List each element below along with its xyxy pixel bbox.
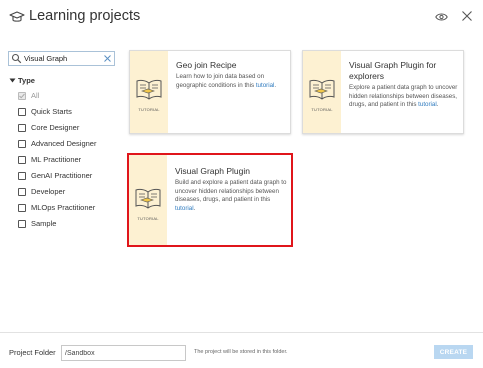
project-card-visual-graph-plugin[interactable]: TUTORIAL Visual Graph Plugin Build and e…: [127, 153, 293, 247]
project-folder-hint: The project will be stored in this folde…: [194, 349, 288, 355]
filter-label: All: [31, 91, 40, 100]
checkbox[interactable]: [18, 91, 26, 100]
card-thumbnail: TUTORIAL: [129, 155, 167, 245]
card-thumbnail: TUTORIAL: [130, 51, 168, 133]
filter-label: Developer: [31, 187, 66, 196]
filter-label: Core Designer: [31, 123, 80, 132]
card-title: Visual Graph Plugin: [175, 166, 250, 176]
card-description: Explore a patient data graph to uncover …: [349, 84, 461, 110]
checkmark-icon: [19, 93, 25, 98]
tutorial-book-icon: [309, 79, 335, 100]
filter-quick-starts[interactable]: Quick Starts: [18, 107, 72, 116]
checkbox[interactable]: [18, 203, 26, 212]
filter-core-designer[interactable]: Core Designer: [18, 123, 79, 132]
checkbox[interactable]: [18, 171, 26, 180]
clear-search-icon[interactable]: [103, 54, 112, 63]
card-description-text: Explore a patient data graph to uncover …: [349, 84, 458, 109]
search-icon: [11, 53, 22, 64]
filter-label: MLOps Practitioner: [31, 203, 96, 212]
project-card-visual-graph-explorers[interactable]: TUTORIAL Visual Graph Plugin for explore…: [302, 50, 464, 134]
filter-developer[interactable]: Developer: [18, 187, 65, 196]
checkbox[interactable]: [18, 107, 26, 116]
filter-label: ML Practitioner: [31, 155, 82, 164]
search-input[interactable]: [24, 52, 104, 65]
tutorial-badge: TUTORIAL: [137, 216, 159, 221]
project-card-geo-join-recipe[interactable]: TUTORIAL Geo join Recipe Learn how to jo…: [129, 50, 291, 134]
checkbox[interactable]: [18, 139, 26, 148]
filter-ml-practitioner[interactable]: ML Practitioner: [18, 155, 81, 164]
dialog-header: Learning projects: [0, 0, 483, 36]
card-description-end: .: [274, 81, 277, 89]
tutorial-link[interactable]: tutorial: [418, 101, 437, 108]
card-title: Geo join Recipe: [176, 60, 237, 70]
dialog-footer: Project Folder The project will be store…: [0, 332, 483, 368]
checkbox[interactable]: [18, 219, 26, 228]
filter-mlops-practitioner[interactable]: MLOps Practitioner: [18, 203, 95, 212]
checkbox[interactable]: [18, 123, 26, 132]
tutorial-badge: TUTORIAL: [311, 107, 333, 112]
tutorial-link[interactable]: tutorial: [175, 205, 194, 212]
card-description: Learn how to join data based on geograph…: [176, 73, 288, 90]
card-description-text: Build and explore a patient data graph t…: [175, 179, 287, 204]
type-filter-heading[interactable]: Type: [9, 76, 35, 85]
filter-sidebar: Type All Quick Starts Core Designer Adva…: [0, 40, 120, 330]
filter-advanced-designer[interactable]: Advanced Designer: [18, 139, 96, 148]
filter-label: GenAI Practitioner: [31, 171, 93, 180]
type-heading-label: Type: [18, 76, 35, 85]
dialog-title: Learning projects: [29, 8, 141, 24]
tutorial-book-icon: [136, 79, 162, 100]
card-description: Build and explore a patient data graph t…: [175, 179, 287, 213]
card-description-end: .: [436, 101, 439, 109]
filter-genai-practitioner[interactable]: GenAI Practitioner: [18, 171, 92, 180]
eye-icon[interactable]: [435, 12, 448, 22]
project-folder-label: Project Folder: [9, 348, 56, 357]
filter-sample[interactable]: Sample: [18, 219, 56, 228]
card-title: Visual Graph Plugin for explorers: [349, 60, 437, 81]
card-description-text: Learn how to join data based on geograph…: [176, 73, 265, 89]
filter-all[interactable]: All: [18, 91, 39, 100]
card-description-end: .: [193, 204, 196, 212]
checkbox[interactable]: [18, 155, 26, 164]
search-box[interactable]: [8, 51, 115, 66]
create-button[interactable]: CREATE: [434, 345, 473, 359]
graduation-cap-icon: [9, 11, 25, 22]
close-icon[interactable]: [461, 10, 473, 22]
caret-down-icon: [9, 78, 16, 83]
filter-label: Quick Starts: [31, 107, 72, 116]
filter-label: Sample: [31, 219, 57, 228]
checkbox[interactable]: [18, 187, 26, 196]
tutorial-book-icon: [135, 188, 161, 209]
tutorial-badge: TUTORIAL: [138, 107, 160, 112]
tutorial-link[interactable]: tutorial: [256, 82, 275, 89]
project-folder-input[interactable]: [61, 345, 186, 361]
card-thumbnail: TUTORIAL: [303, 51, 341, 133]
filter-label: Advanced Designer: [31, 139, 97, 148]
